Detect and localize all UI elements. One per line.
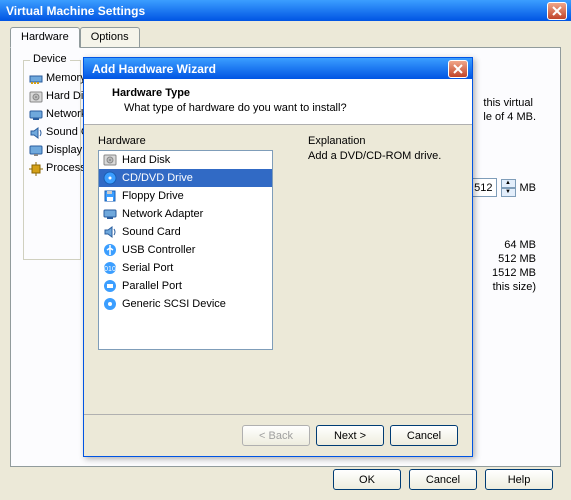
main-title-bar: Virtual Machine Settings: [0, 0, 571, 21]
info-line: this virtual: [483, 96, 536, 110]
ok-button[interactable]: OK: [333, 469, 401, 490]
wizard-close-button[interactable]: [448, 60, 468, 78]
serial-icon: 010: [102, 260, 118, 276]
hardware-item-label: USB Controller: [122, 244, 195, 256]
sound-icon: [28, 125, 42, 139]
main-button-row: OK Cancel Help: [333, 469, 553, 490]
main-window-title: Virtual Machine Settings: [4, 4, 547, 18]
hardware-item-label: Floppy Drive: [122, 190, 184, 202]
display-icon: [28, 143, 42, 157]
spinner-down[interactable]: ▼: [501, 188, 516, 197]
hardware-item[interactable]: Parallel Port: [99, 277, 272, 295]
next-button[interactable]: Next >: [316, 425, 384, 446]
hardware-item-label: Generic SCSI Device: [122, 298, 226, 310]
harddisk-icon: [102, 152, 118, 168]
device-group: Device MemoryHard DiskNetwork ASound CaD…: [23, 60, 81, 260]
hardware-item[interactable]: Hard Disk: [99, 151, 272, 169]
close-icon: [453, 64, 463, 74]
cd-icon: [102, 170, 118, 186]
wizard-header-title: Hardware Type: [112, 87, 458, 99]
help-button[interactable]: Help: [485, 469, 553, 490]
hardware-column: Hardware Hard DiskCD/DVD DriveFloppy Dri…: [98, 135, 458, 350]
hardware-item[interactable]: USB Controller: [99, 241, 272, 259]
device-item[interactable]: Network A: [24, 105, 80, 123]
main-window: Virtual Machine Settings Hardware Option…: [0, 0, 571, 500]
hardware-item-label: CD/DVD Drive: [122, 172, 193, 184]
wizard-header-subtitle: What type of hardware do you want to ins…: [112, 102, 458, 114]
svg-text:010: 010: [104, 266, 116, 273]
wizard-body: Hardware Hard DiskCD/DVD DriveFloppy Dri…: [84, 125, 472, 360]
memory-stats: 64 MB 512 MB 1512 MB this size): [492, 238, 536, 294]
device-item[interactable]: Sound Ca: [24, 123, 80, 141]
memory-unit: MB: [520, 182, 537, 194]
network-icon: [28, 107, 42, 121]
hardware-item[interactable]: Sound Card: [99, 223, 272, 241]
hardware-item-label: Sound Card: [122, 226, 181, 238]
cancel-button[interactable]: Cancel: [390, 425, 458, 446]
wizard-button-row: < Back Next > Cancel: [84, 414, 472, 446]
wizard-columns: Hardware Hard DiskCD/DVD DriveFloppy Dri…: [98, 135, 458, 350]
cancel-button[interactable]: Cancel: [409, 469, 477, 490]
network-icon: [102, 206, 118, 222]
mem-stat-line: this size): [492, 280, 536, 294]
hardware-list[interactable]: Hard Disk CD/DVD Drive Floppy Drive Network…: [98, 150, 273, 350]
device-label: Memory: [46, 72, 86, 84]
device-list: MemoryHard DiskNetwork ASound Ca Display P…: [24, 69, 80, 177]
explanation-text: Add a DVD/CD-ROM drive.: [308, 150, 468, 162]
device-label: Display: [46, 144, 82, 156]
usb-icon: [102, 242, 118, 258]
parallel-icon: [102, 278, 118, 294]
tab-options[interactable]: Options: [80, 27, 140, 47]
device-item[interactable]: Display: [24, 141, 80, 159]
scsi-icon: [102, 296, 118, 312]
wizard-title: Add Hardware Wizard: [88, 62, 448, 76]
sound-icon: [102, 224, 118, 240]
memory-info-text: this virtual le of 4 MB.: [483, 96, 536, 124]
explanation-label: Explanation: [308, 135, 468, 147]
hardware-item[interactable]: CD/DVD Drive: [99, 169, 272, 187]
close-icon: [552, 6, 562, 16]
hardware-item[interactable]: 010 Serial Port: [99, 259, 272, 277]
mem-stat-line: 512 MB: [492, 252, 536, 266]
hardware-item[interactable]: Floppy Drive: [99, 187, 272, 205]
harddisk-icon: [28, 89, 42, 103]
info-line: le of 4 MB.: [483, 110, 536, 124]
device-item[interactable]: Processor: [24, 159, 80, 177]
tab-hardware[interactable]: Hardware: [10, 27, 80, 48]
device-item[interactable]: Memory: [24, 69, 80, 87]
processor-icon: [28, 161, 42, 175]
back-button[interactable]: < Back: [242, 425, 310, 446]
hardware-item-label: Serial Port: [122, 262, 173, 274]
device-group-label: Device: [30, 53, 70, 65]
tab-row: Hardware Options: [10, 27, 561, 47]
wizard-title-bar: Add Hardware Wizard: [84, 58, 472, 79]
hardware-item-label: Hard Disk: [122, 154, 170, 166]
hardware-item-label: Parallel Port: [122, 280, 182, 292]
floppy-icon: [102, 188, 118, 204]
explanation-column: Explanation Add a DVD/CD-ROM drive.: [308, 135, 468, 162]
spinner-up[interactable]: ▲: [501, 179, 516, 188]
spinner-buttons: ▲ ▼: [501, 179, 516, 197]
device-item[interactable]: Hard Disk: [24, 87, 80, 105]
wizard-header: Hardware Type What type of hardware do y…: [84, 79, 472, 125]
hardware-item[interactable]: Generic SCSI Device: [99, 295, 272, 313]
mem-stat-line: 1512 MB: [492, 266, 536, 280]
hardware-item[interactable]: Network Adapter: [99, 205, 272, 223]
memory-icon: [28, 71, 42, 85]
wizard-dialog: Add Hardware Wizard Hardware Type What t…: [83, 57, 473, 457]
main-close-button[interactable]: [547, 2, 567, 20]
hardware-item-label: Network Adapter: [122, 208, 203, 220]
mem-stat-line: 64 MB: [492, 238, 536, 252]
